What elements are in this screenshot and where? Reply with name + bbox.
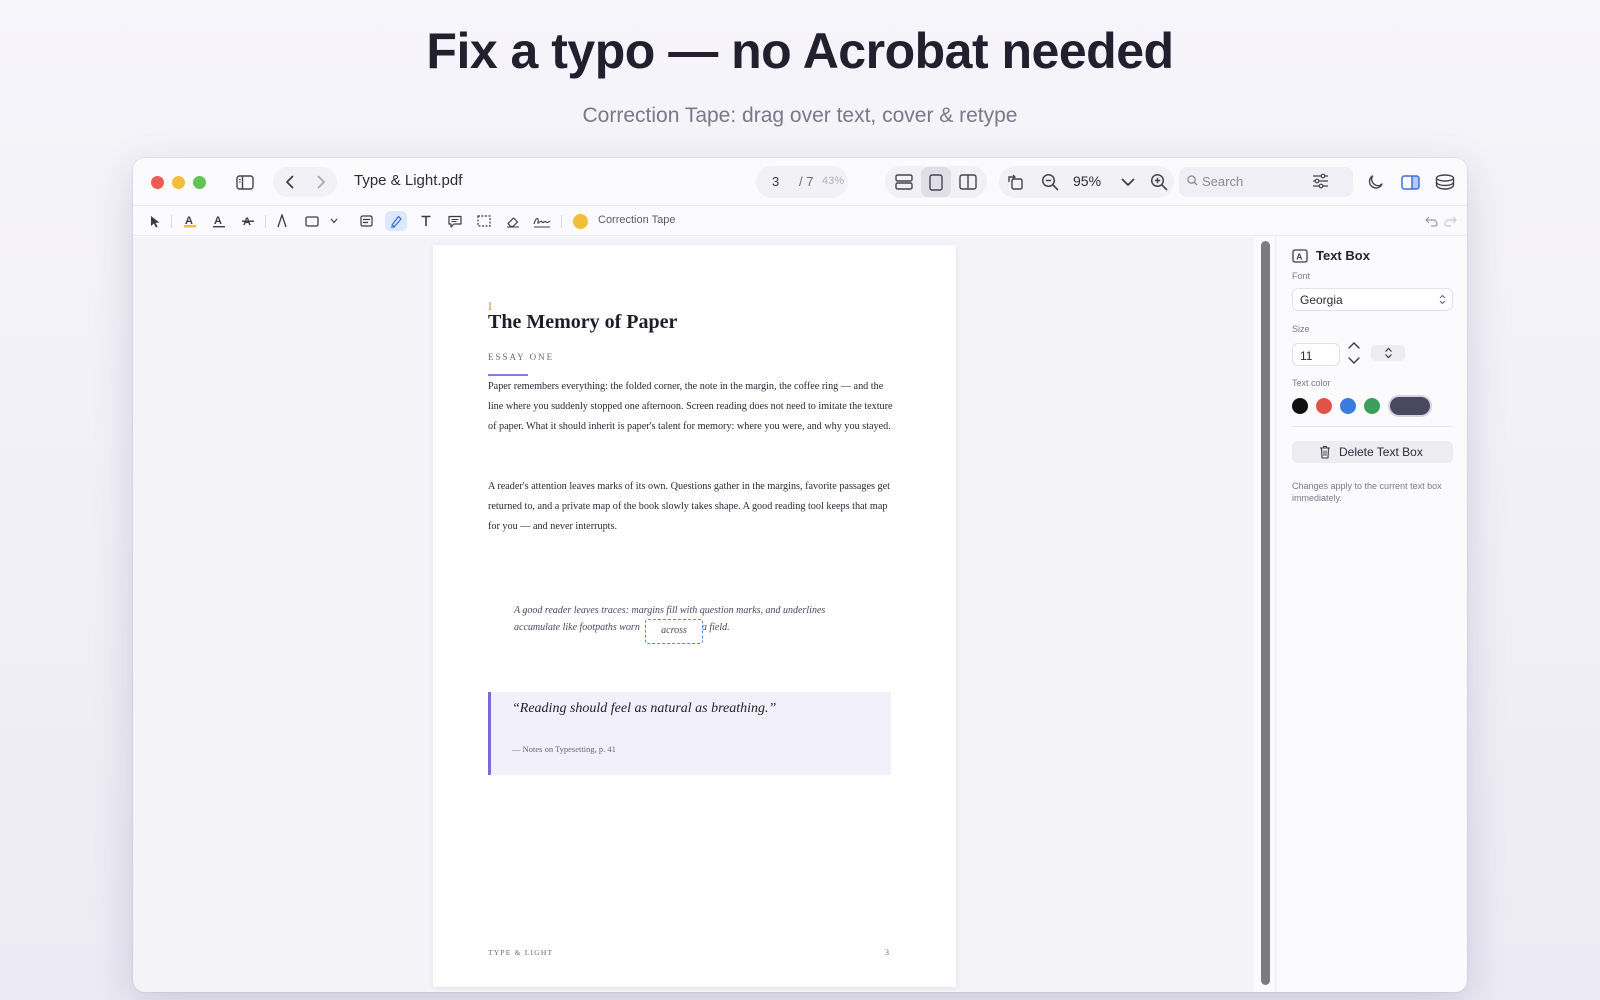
underline-text-icon[interactable]: A (208, 211, 230, 231)
zoom-level[interactable]: 95% (1073, 173, 1101, 189)
strikethrough-text-icon[interactable]: A (237, 211, 259, 231)
inspector-divider (1292, 426, 1453, 427)
nav-pill (273, 167, 337, 197)
pull-quote-citation: — Notes on Typesetting, p. 41 (512, 744, 616, 754)
minimize-window-button[interactable] (172, 176, 185, 189)
size-label: Size (1292, 324, 1310, 334)
trash-icon (1319, 445, 1331, 459)
color-swatch-selected-custom[interactable] (1390, 397, 1430, 415)
size-input[interactable]: 11 (1292, 343, 1340, 366)
highlight-text-icon[interactable]: A (179, 211, 201, 231)
paragraph-1: Paper remembers everything: the folded c… (488, 381, 893, 432)
chevron-right-icon[interactable] (305, 175, 337, 189)
library-icon[interactable] (1430, 167, 1460, 197)
updown-chevron-icon (1384, 347, 1393, 359)
two-page-view-icon[interactable] (953, 167, 983, 197)
annotation-toolbar: A A A Correction Tape (133, 206, 1467, 236)
text-box-icon: A (1292, 249, 1308, 263)
comment-icon[interactable] (444, 211, 466, 231)
italic-line-1: A good reader leaves traces: margins fil… (514, 605, 826, 616)
color-swatch-blue[interactable] (1340, 398, 1356, 414)
active-tool-label: Correction Tape (598, 214, 676, 226)
size-preset-stepper[interactable] (1371, 345, 1405, 361)
page-total: / 7 (799, 174, 814, 189)
title-bar: Type & Light.pdf 3 / 7 43% 95% Search (133, 158, 1467, 206)
eraser-icon[interactable] (502, 211, 524, 231)
text-tool-icon[interactable] (415, 211, 437, 231)
zoom-dropdown-chevron-icon[interactable] (1114, 167, 1142, 197)
form-field-icon[interactable] (355, 211, 377, 231)
size-stepper-icon[interactable] (1346, 339, 1362, 367)
hero-title: Fix a typo — no Acrobat needed (426, 23, 1174, 79)
sidebar-toggle-icon[interactable] (231, 167, 259, 197)
essay-title: The Memory of Paper (488, 311, 678, 333)
hero-subtitle: Correction Tape: drag over text, cover &… (582, 104, 1018, 127)
running-footer: TYPE & LIGHT (488, 948, 554, 957)
document-title: Type & Light.pdf (354, 172, 463, 189)
page-current-input[interactable]: 3 (772, 174, 779, 189)
single-page-view-icon[interactable] (921, 167, 951, 197)
select-updown-icon (1439, 294, 1446, 305)
correction-tape-text-box[interactable]: across (645, 619, 703, 644)
app-window: Type & Light.pdf 3 / 7 43% 95% Search A … (133, 158, 1467, 992)
inspector-title: Text Box (1316, 248, 1370, 263)
search-icon (1187, 175, 1198, 186)
pull-quote-text: “Reading should feel as natural as breat… (512, 701, 777, 716)
delete-text-box-button[interactable]: Delete Text Box (1292, 441, 1453, 463)
maximize-window-button[interactable] (193, 176, 206, 189)
color-swatch-black[interactable] (1292, 398, 1308, 414)
svg-text:A: A (214, 215, 222, 227)
vertical-scrollbar[interactable] (1261, 241, 1270, 985)
svg-text:A: A (1296, 251, 1302, 261)
inspector-panel: A Text Box Font Georgia Size 11 Text col… (1275, 237, 1467, 992)
redo-icon[interactable] (1439, 211, 1461, 231)
signature-icon[interactable] (531, 211, 553, 231)
text-color-label: Text color (1292, 378, 1331, 388)
pen-icon[interactable] (271, 211, 293, 231)
pdf-page[interactable]: I The Memory of Paper ESSAY ONE Paper re… (433, 245, 956, 987)
close-window-button[interactable] (151, 176, 164, 189)
chevron-left-icon[interactable] (273, 175, 305, 189)
pull-quote: “Reading should feel as natural as breat… (488, 692, 891, 775)
font-label: Font (1292, 271, 1311, 281)
color-swatch-red[interactable] (1316, 398, 1332, 414)
dark-mode-icon[interactable] (1361, 167, 1389, 197)
continuous-view-icon[interactable] (889, 167, 919, 197)
area-select-icon[interactable] (473, 211, 495, 231)
shape-rectangle-icon[interactable] (301, 211, 323, 231)
inspector-toggle-icon[interactable] (1396, 167, 1424, 197)
title-rule (488, 374, 528, 376)
font-select[interactable]: Georgia (1292, 288, 1453, 311)
page-indicator[interactable]: 3 / 7 43% (756, 166, 848, 198)
tape-color-swatch[interactable] (573, 214, 588, 229)
italic-line-2-end: a field. (701, 621, 730, 633)
search-input[interactable]: Search (1179, 167, 1353, 197)
font-select-value: Georgia (1300, 293, 1343, 307)
italic-line-2-start: accumulate like footpaths worn (514, 621, 640, 633)
page-number: 3 (885, 948, 889, 957)
svg-text:A: A (243, 216, 251, 228)
size-input-value: 11 (1300, 349, 1313, 363)
zoom-out-icon[interactable] (1035, 167, 1065, 197)
view-mode-group (885, 166, 987, 198)
correction-tape-icon[interactable] (385, 211, 407, 231)
color-swatch-green[interactable] (1364, 398, 1380, 414)
search-options-icon[interactable] (1312, 173, 1329, 189)
delete-text-box-label: Delete Text Box (1339, 445, 1423, 459)
search-placeholder: Search (1202, 174, 1244, 189)
page-percent: 43% (822, 175, 845, 187)
zoom-in-icon[interactable] (1145, 167, 1173, 197)
essay-label: ESSAY ONE (488, 352, 555, 362)
inspector-help-text: Changes apply to the current text box im… (1292, 481, 1442, 503)
paragraph-2: A reader's attention leaves marks of its… (488, 481, 890, 532)
rotate-icon[interactable] (1001, 167, 1031, 197)
shape-dropdown-chevron-icon[interactable] (327, 211, 341, 231)
select-arrow-icon[interactable] (144, 211, 166, 231)
